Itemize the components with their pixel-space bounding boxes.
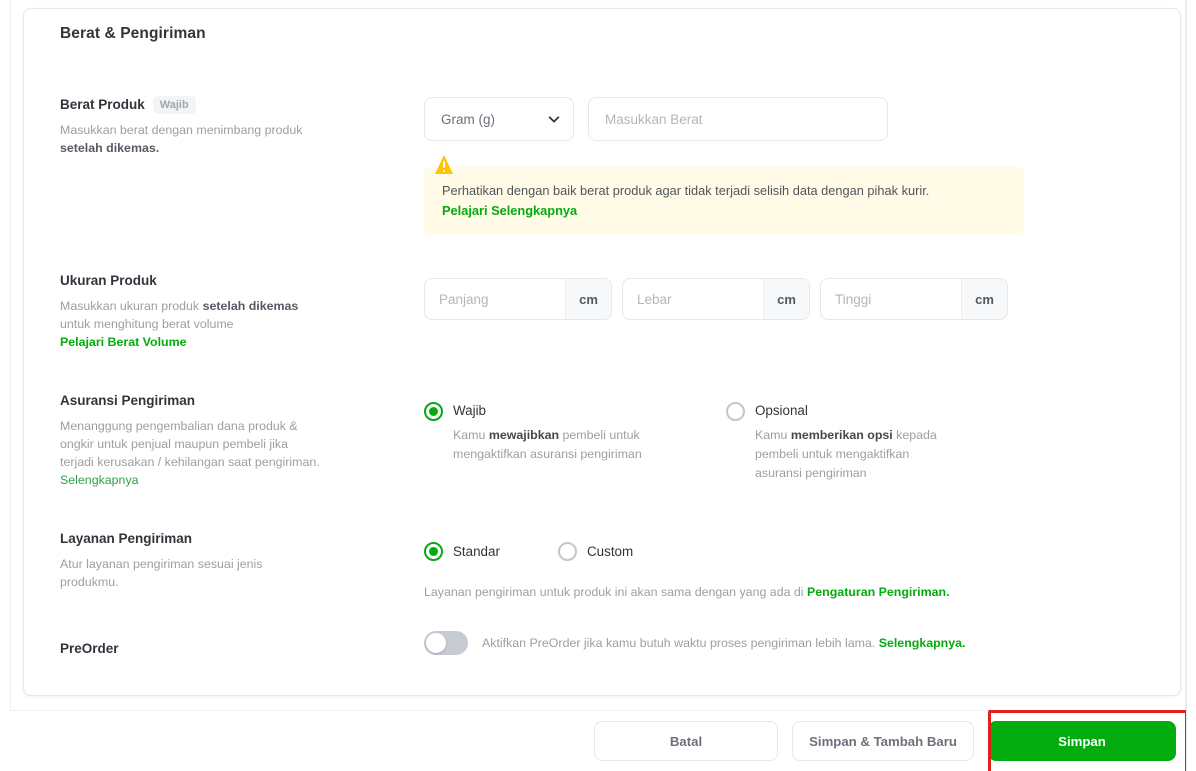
panjang-placeholder: Panjang: [439, 291, 489, 307]
radio-icon-wajib[interactable]: [424, 402, 443, 421]
cancel-button[interactable]: Batal: [594, 721, 778, 761]
pelajari-selengkapnya-link[interactable]: Pelajari Selengkapnya: [442, 203, 577, 218]
ukuran-produk-desc-2: untuk menghitung berat volume: [60, 317, 234, 331]
pengaturan-pengiriman-link[interactable]: Pengaturan Pengiriman.: [807, 585, 950, 599]
radio-sub-wajib-pre: Kamu: [453, 428, 489, 442]
save-button[interactable]: Simpan: [988, 721, 1176, 761]
panjang-input[interactable]: Panjang: [425, 279, 565, 319]
scrollbar-track[interactable]: [1186, 0, 1196, 771]
berat-produk-label-text: Berat Produk: [60, 97, 145, 112]
weight-warning-alert: Perhatikan dengan baik berat produk agar…: [424, 155, 1024, 235]
radio-icon-custom[interactable]: [558, 542, 577, 561]
ukuran-produk-desc-1: Masukkan ukuran produk: [60, 299, 203, 313]
ukuran-produk-label-text: Ukuran Produk: [60, 273, 157, 288]
preorder-label-text: PreOrder: [60, 641, 119, 656]
section-berat-produk: Berat Produk Wajib Masukkan berat dengan…: [60, 95, 1150, 235]
tinggi-field[interactable]: Tinggi cm: [820, 278, 1008, 320]
panjang-unit: cm: [565, 279, 611, 319]
radio-label-custom: Custom: [587, 543, 634, 559]
preorder-toggle-knob: [426, 633, 446, 653]
section-asuransi-pengiriman: Asuransi Pengiriman Menanggung pengembal…: [60, 391, 1150, 489]
weight-input[interactable]: Masukkan Berat: [588, 97, 888, 141]
weight-unit-select[interactable]: Gram (g): [424, 97, 574, 141]
berat-pengiriman-card: Berat & Pengiriman Berat Produk Wajib Ma…: [23, 8, 1181, 696]
card-title: Berat & Pengiriman: [60, 25, 206, 42]
footer-action-bar: Batal Simpan & Tambah Baru Simpan: [10, 710, 1186, 771]
radio-option-custom[interactable]: Custom: [558, 541, 633, 561]
radio-sub-opsional-bold: memberikan opsi: [790, 428, 893, 442]
tinggi-input[interactable]: Tinggi: [821, 279, 961, 319]
preorder-hint-text: Aktifkan PreOrder jika kamu butuh waktu …: [482, 636, 879, 650]
layanan-options: Standar Custom Layanan pengiriman untuk …: [424, 541, 950, 599]
layanan-hint-text: Layanan pengiriman untuk produk ini akan…: [424, 585, 808, 599]
section-ukuran-produk: Ukuran Produk Masukkan ukuran produk set…: [60, 271, 1150, 351]
wajib-badge: Wajib: [152, 95, 196, 114]
page-frame: Berat & Pengiriman Berat Produk Wajib Ma…: [10, 0, 1186, 771]
asuransi-desc-text: Menanggung pengembalian dana produk & on…: [60, 419, 320, 469]
radio-label-standar: Standar: [453, 543, 500, 559]
asuransi-selengkapnya-link[interactable]: Selengkapnya: [60, 473, 139, 487]
ukuran-produk-fields: Panjang cm Lebar cm Tinggi cm: [424, 278, 1008, 320]
radio-option-opsional[interactable]: Opsional Kamu memberikan opsi kepada pem…: [726, 401, 955, 483]
layanan-description: Atur layanan pengiriman sesuai jenis pro…: [60, 557, 263, 589]
radio-sub-opsional: Kamu memberikan opsi kepada pembeli untu…: [755, 426, 955, 483]
app-viewport: Berat & Pengiriman Berat Produk Wajib Ma…: [0, 0, 1196, 771]
layanan-label-text: Layanan Pengiriman: [60, 531, 193, 546]
radio-sub-wajib-bold: mewajibkan: [488, 428, 560, 442]
preorder-toggle[interactable]: [424, 631, 468, 655]
tinggi-unit: cm: [961, 279, 1007, 319]
panjang-field[interactable]: Panjang cm: [424, 278, 612, 320]
weight-warning-text: Perhatikan dengan baik berat produk agar…: [442, 183, 930, 198]
preorder-selengkapnya-link[interactable]: Selengkapnya.: [879, 636, 966, 650]
layanan-hint: Layanan pengiriman untuk produk ini akan…: [424, 585, 950, 599]
chevron-down-icon: [547, 112, 561, 126]
radio-option-standar[interactable]: Standar: [424, 541, 558, 561]
radio-option-wajib[interactable]: Wajib Kamu mewajibkan pembeli untuk meng…: [424, 401, 726, 483]
berat-produk-description: Masukkan berat dengan menimbang produk s…: [60, 121, 322, 157]
lebar-placeholder: Lebar: [637, 291, 672, 307]
preorder-control: Aktifkan PreOrder jika kamu butuh waktu …: [424, 631, 965, 655]
radio-sub-opsional-pre: Kamu: [755, 428, 791, 442]
berat-produk-fields: Gram (g) Masukkan Berat Perhatikan denga…: [424, 97, 1024, 235]
save-and-add-new-button[interactable]: Simpan & Tambah Baru: [792, 721, 974, 761]
weight-input-placeholder: Masukkan Berat: [605, 111, 703, 127]
section-layanan-pengiriman: Layanan Pengiriman Atur layanan pengirim…: [60, 529, 1150, 599]
asuransi-description: Menanggung pengembalian dana produk & on…: [60, 417, 322, 489]
ukuran-produk-desc-1-bold: setelah dikemas: [202, 299, 299, 313]
radio-label-opsional: Opsional: [755, 403, 808, 418]
berat-produk-desc-bold: setelah dikemas.: [60, 141, 160, 155]
asuransi-options: Wajib Kamu mewajibkan pembeli untuk meng…: [424, 401, 955, 483]
tinggi-placeholder: Tinggi: [835, 291, 872, 307]
pelajari-berat-volume-link[interactable]: Pelajari Berat Volume: [60, 335, 186, 349]
lebar-field[interactable]: Lebar cm: [622, 278, 810, 320]
warning-triangle-icon: [434, 154, 454, 178]
radio-sub-wajib: Kamu mewajibkan pembeli untuk mengaktifk…: [453, 426, 653, 464]
radio-label-wajib: Wajib: [453, 403, 486, 418]
section-preorder: PreOrder Aktifkan PreOrder jika kamu but…: [60, 631, 1150, 658]
lebar-input[interactable]: Lebar: [623, 279, 763, 319]
preorder-hint: Aktifkan PreOrder jika kamu butuh waktu …: [482, 636, 965, 650]
radio-icon-standar[interactable]: [424, 542, 443, 561]
radio-icon-opsional[interactable]: [726, 402, 745, 421]
lebar-unit: cm: [763, 279, 809, 319]
weight-unit-select-value: Gram (g): [441, 111, 495, 127]
asuransi-label-text: Asuransi Pengiriman: [60, 393, 196, 408]
berat-produk-desc-plain: Masukkan berat dengan menimbang produk: [60, 123, 303, 137]
ukuran-produk-description: Masukkan ukuran produk setelah dikemas u…: [60, 297, 322, 351]
